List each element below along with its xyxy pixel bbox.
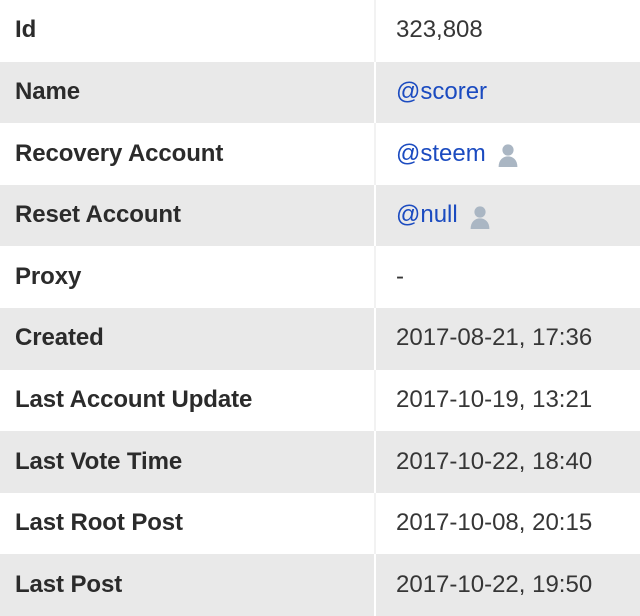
value-content: @steem xyxy=(396,140,634,169)
property-value-cell: 2017-10-08, 20:15 xyxy=(374,492,640,555)
property-value-cell: @steem xyxy=(374,123,640,185)
value-content: 2017-10-08, 20:15 xyxy=(396,509,634,538)
value-content: @null xyxy=(396,201,634,230)
value-content: 2017-08-21, 17:36 xyxy=(396,324,634,353)
value-text: 2017-10-22, 19:50 xyxy=(396,570,593,598)
value-text: 2017-10-22, 18:40 xyxy=(396,447,593,475)
value-text: 2017-10-19, 13:21 xyxy=(396,385,593,413)
account-link[interactable]: @scorer xyxy=(396,78,487,107)
value-text: 2017-10-08, 20:15 xyxy=(396,509,593,537)
property-value-cell: 2017-10-22, 19:50 xyxy=(374,554,640,616)
table-row: Last Vote Time 2017-10-22, 18:40 xyxy=(0,431,640,493)
value-content: 323,808 xyxy=(396,16,634,45)
property-label-cell: Last Root Post xyxy=(15,509,183,537)
person-avatar-icon[interactable] xyxy=(467,204,493,230)
property-value-cell: 2017-10-22, 18:40 xyxy=(374,431,640,493)
value-text: 323,808 xyxy=(396,16,483,44)
property-value-cell: 2017-08-21, 17:36 xyxy=(374,307,640,370)
value-content: 2017-10-22, 18:40 xyxy=(396,448,634,477)
property-label-cell: Created xyxy=(15,324,104,352)
property-label-cell: Id xyxy=(15,16,37,44)
value-text: - xyxy=(396,262,404,290)
account-properties-body: Id 323,808 Name @scorer Recovery Account @ste… xyxy=(0,0,640,616)
property-label-cell: Name xyxy=(15,77,80,105)
property-label-cell: Proxy xyxy=(15,262,82,290)
value-content: 2017-10-19, 13:21 xyxy=(396,386,634,415)
table-row: Reset Account @null xyxy=(0,184,640,247)
property-value-cell: 2017-10-19, 13:21 xyxy=(374,369,640,432)
property-label-cell: Last Post xyxy=(15,570,123,598)
account-link[interactable]: @null xyxy=(396,201,458,230)
table-row: Recovery Account @steem xyxy=(0,123,640,185)
table-row: Created 2017-08-21, 17:36 xyxy=(0,307,640,370)
person-avatar-icon[interactable] xyxy=(495,142,521,168)
property-value-cell: @null xyxy=(374,184,640,247)
property-label-cell: Recovery Account xyxy=(15,139,224,167)
property-value-cell: @scorer xyxy=(374,61,640,124)
property-label-cell: Reset Account xyxy=(15,201,181,229)
property-label-cell: Last Account Update xyxy=(15,385,253,413)
account-properties-table: Id 323,808 Name @scorer Recovery Account @ste… xyxy=(0,0,640,616)
table-row: Last Account Update 2017-10-19, 13:21 xyxy=(0,369,640,432)
table-row: Name @scorer xyxy=(0,61,640,124)
account-link[interactable]: @steem xyxy=(396,140,486,169)
table-row: Last Post 2017-10-22, 19:50 xyxy=(0,554,640,616)
value-text: 2017-08-21, 17:36 xyxy=(396,324,593,352)
property-label-cell: Last Vote Time xyxy=(15,447,183,475)
value-content: @scorer xyxy=(396,78,634,107)
property-value-cell: 323,808 xyxy=(374,0,640,62)
property-value-cell: - xyxy=(374,246,640,308)
table-row: Id 323,808 xyxy=(0,0,640,62)
value-content: 2017-10-22, 19:50 xyxy=(396,571,634,600)
table-row: Last Root Post 2017-10-08, 20:15 xyxy=(0,492,640,555)
value-content: - xyxy=(396,263,634,292)
table-row: Proxy - xyxy=(0,246,640,308)
